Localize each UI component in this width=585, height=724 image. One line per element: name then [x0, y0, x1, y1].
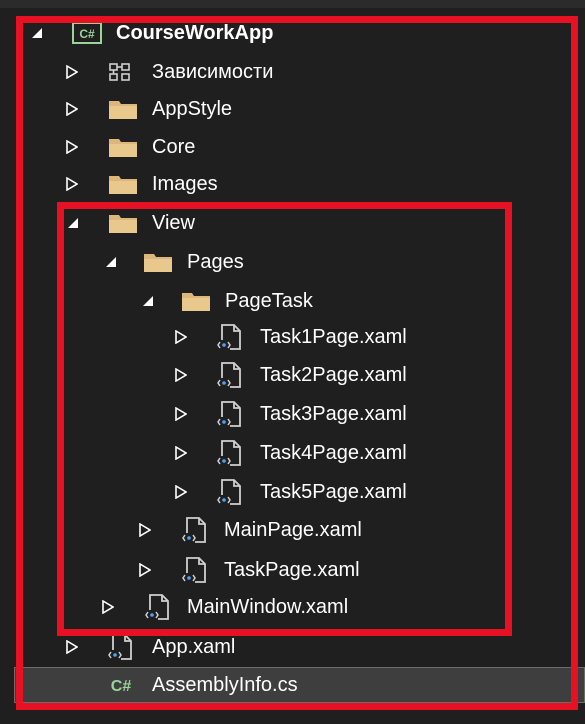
triangle-collapsed-icon[interactable]: [63, 55, 81, 89]
xaml-file-icon: [215, 320, 245, 354]
folder-icon: [181, 284, 211, 318]
dependencies-icon: [105, 55, 135, 89]
triangle-collapsed-icon[interactable]: [136, 553, 154, 587]
task3page-label: Task3Page.xaml: [260, 403, 407, 425]
tree-item-pagetask[interactable]: PageTask: [0, 284, 585, 318]
appstyle-label: AppStyle: [152, 98, 233, 120]
triangle-collapsed-icon[interactable]: [172, 436, 190, 470]
assemblyinfo-label: AssemblyInfo.cs: [152, 674, 298, 696]
xaml-file-icon: [215, 397, 245, 431]
triangle-expanded-icon[interactable]: [28, 16, 46, 50]
tree-item-appstyle[interactable]: AppStyle: [0, 92, 585, 126]
triangle-expanded-icon[interactable]: [102, 245, 120, 279]
tree-item-pages[interactable]: Pages: [0, 245, 585, 279]
triangle-collapsed-icon[interactable]: [63, 167, 81, 201]
tree-item-core[interactable]: Core: [0, 130, 585, 164]
triangle-collapsed-icon[interactable]: [172, 320, 190, 354]
pages-label: Pages: [187, 251, 244, 273]
folder-icon: [108, 130, 138, 164]
mainwindow-label: MainWindow.xaml: [187, 596, 349, 618]
task1page-label: Task1Page.xaml: [260, 326, 407, 348]
triangle-collapsed-icon[interactable]: [63, 630, 81, 664]
xaml-file-icon: [215, 436, 245, 470]
folder-icon: [143, 245, 173, 279]
triangle-collapsed-icon[interactable]: [63, 130, 81, 164]
folder-icon: [108, 92, 138, 126]
tree-item-mainpage[interactable]: MainPage.xaml: [0, 513, 585, 547]
xaml-file-icon: [180, 513, 210, 547]
folder-icon: [108, 206, 138, 240]
view-label: View: [152, 212, 195, 234]
project-label: CourseWorkApp: [116, 22, 274, 44]
triangle-collapsed-icon[interactable]: [172, 475, 190, 509]
tree-item-images[interactable]: Images: [0, 167, 585, 201]
tree-item-app[interactable]: App.xaml: [0, 630, 585, 664]
tree-item-dependencies[interactable]: Зависимости: [0, 55, 585, 89]
xaml-file-icon: [143, 590, 173, 624]
tree-item-task4page[interactable]: Task4Page.xaml: [0, 436, 585, 470]
tree-item-assemblyinfo[interactable]: C# AssemblyInfo.cs: [0, 668, 585, 702]
triangle-collapsed-icon[interactable]: [136, 513, 154, 547]
taskpage-label: TaskPage.xaml: [224, 559, 360, 581]
task2page-label: Task2Page.xaml: [260, 364, 407, 386]
xaml-file-icon: [106, 630, 136, 664]
triangle-expanded-icon[interactable]: [64, 206, 82, 240]
mainpage-label: MainPage.xaml: [224, 519, 362, 541]
dependencies-label: Зависимости: [152, 61, 274, 83]
triangle-collapsed-icon[interactable]: [99, 590, 117, 624]
tree-item-mainwindow[interactable]: MainWindow.xaml: [0, 590, 585, 624]
xaml-file-icon: [215, 475, 245, 509]
folder-icon: [108, 167, 138, 201]
tree-item-task2page[interactable]: Task2Page.xaml: [0, 358, 585, 392]
csharp-file-icon: C#: [106, 668, 136, 702]
tree-item-task5page[interactable]: Task5Page.xaml: [0, 475, 585, 509]
project-badge-text: C#: [79, 27, 95, 41]
csharp-badge-text: C#: [111, 678, 132, 695]
csharp-project-icon: C#: [72, 16, 102, 50]
core-label: Core: [152, 136, 196, 158]
triangle-collapsed-icon[interactable]: [172, 397, 190, 431]
triangle-collapsed-icon[interactable]: [63, 92, 81, 126]
xaml-file-icon: [180, 553, 210, 587]
task4page-label: Task4Page.xaml: [260, 442, 407, 464]
images-label: Images: [152, 173, 218, 195]
app-label: App.xaml: [152, 636, 236, 658]
triangle-collapsed-icon[interactable]: [172, 358, 190, 392]
triangle-expanded-icon[interactable]: [139, 284, 157, 318]
tree-item-task3page[interactable]: Task3Page.xaml: [0, 397, 585, 431]
tree-item-view[interactable]: View: [0, 206, 585, 240]
tree-item-taskpage[interactable]: TaskPage.xaml: [0, 553, 585, 587]
task5page-label: Task5Page.xaml: [260, 481, 407, 503]
tree-item-project[interactable]: C# CourseWorkApp: [0, 16, 585, 50]
top-strip: [0, 0, 585, 8]
xaml-file-icon: [215, 358, 245, 392]
tree-item-task1page[interactable]: Task1Page.xaml: [0, 320, 585, 354]
pagetask-label: PageTask: [225, 290, 313, 312]
